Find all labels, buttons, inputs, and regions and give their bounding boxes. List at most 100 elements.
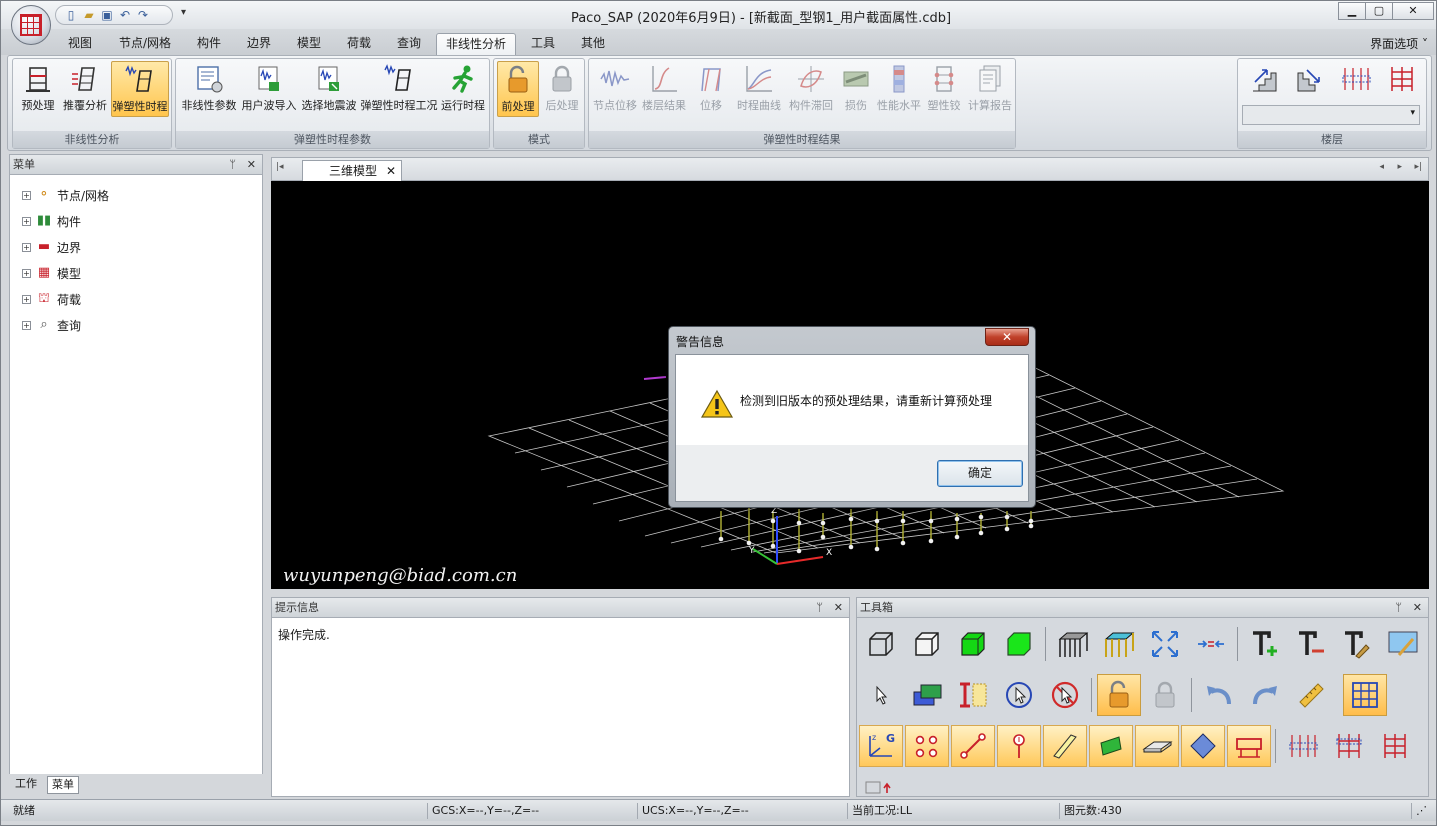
undo-button[interactable] xyxy=(1197,674,1241,716)
close-tab-icon[interactable]: ✕ xyxy=(386,161,396,181)
pushover-analysis-button[interactable]: 推覆分析 xyxy=(61,61,109,117)
expand-icon[interactable]: + xyxy=(22,242,31,252)
post-process-mode-button[interactable]: 后处理 xyxy=(541,61,583,117)
floor-down-button[interactable] xyxy=(1290,61,1330,101)
close-panel-icon[interactable]: ✕ xyxy=(834,598,843,618)
expand-icon[interactable]: + xyxy=(22,190,31,200)
tree-item-nodes-grid[interactable]: + ⚬ 节点/网格 xyxy=(22,185,109,205)
expand-icon[interactable]: + xyxy=(22,294,31,304)
point-load-button[interactable] xyxy=(997,725,1041,767)
solid-cube-button[interactable] xyxy=(997,623,1041,665)
application-menu-button[interactable] xyxy=(11,5,51,45)
tab-query[interactable]: 查询 xyxy=(389,33,429,55)
select-seismic-wave-button[interactable]: 选择地震波 xyxy=(299,61,359,117)
shaded-cube-button[interactable] xyxy=(951,623,995,665)
elastoplastic-time-history-button[interactable]: 弹塑性时程 xyxy=(111,61,169,117)
displacement-button[interactable]: 位移 xyxy=(690,61,732,117)
tab-members[interactable]: 构件 xyxy=(189,33,229,55)
dialog-close-button[interactable]: ✕ xyxy=(985,328,1029,346)
expand-icon[interactable]: + xyxy=(22,320,31,330)
nodes-button[interactable] xyxy=(905,725,949,767)
close-panel-icon[interactable]: ✕ xyxy=(247,155,256,175)
maximize-button[interactable]: ▢ xyxy=(1365,2,1393,20)
tab-other[interactable]: 其他 xyxy=(573,33,613,55)
grid-toggle-button[interactable] xyxy=(1343,674,1387,716)
ucs-button[interactable]: zG xyxy=(859,725,903,767)
floor-plan-view-button[interactable] xyxy=(1281,725,1325,767)
select-pointer-button[interactable] xyxy=(859,674,903,716)
preprocess-button[interactable]: 预处理 xyxy=(16,61,60,117)
solid-element-button[interactable] xyxy=(1181,725,1225,767)
unlock-model-button[interactable] xyxy=(1097,674,1141,716)
close-window-button[interactable]: ✕ xyxy=(1392,2,1434,20)
plastic-hinge-button[interactable]: 塑性铰 xyxy=(924,61,964,117)
tree-item-query[interactable]: + ⌕ 查询 xyxy=(22,315,81,335)
floor-select[interactable]: ▾ xyxy=(1242,105,1420,125)
wireframe-cube-button[interactable] xyxy=(859,623,903,665)
tree-item-load[interactable]: + ⛫ 荷载 xyxy=(22,289,81,309)
frame-view-button[interactable] xyxy=(1051,623,1095,665)
tab-work[interactable]: 工作 xyxy=(11,776,41,794)
floor-grid-button[interactable] xyxy=(1382,61,1422,101)
add-text-button[interactable] xyxy=(1243,623,1287,665)
prev-tab-icon[interactable]: ◂ xyxy=(1379,162,1384,172)
line-element-button[interactable] xyxy=(951,725,995,767)
tree-item-boundary[interactable]: + ▬ 边界 xyxy=(22,237,81,257)
expand-icon[interactable]: + xyxy=(22,216,31,226)
pin-icon[interactable]: ᛘ xyxy=(816,598,823,618)
layer-select-button[interactable] xyxy=(905,674,949,716)
close-panel-icon[interactable]: ✕ xyxy=(1413,598,1422,618)
pin-icon[interactable]: ᛘ xyxy=(229,155,236,175)
extruded-view-button[interactable] xyxy=(1097,623,1141,665)
text-style-button[interactable] xyxy=(1335,623,1379,665)
grid-view-button[interactable] xyxy=(1373,725,1417,767)
tab-load[interactable]: 荷载 xyxy=(339,33,379,55)
resize-grip-icon[interactable]: ⋰ xyxy=(1411,803,1431,819)
tab-3d-model[interactable]: 三维模型 ✕ xyxy=(302,160,402,181)
plate-element-button[interactable] xyxy=(1089,725,1133,767)
damage-button[interactable]: 损伤 xyxy=(838,61,874,117)
run-time-history-button[interactable]: 运行时程 xyxy=(439,61,487,117)
lock-model-button[interactable] xyxy=(1143,674,1187,716)
tab-menu[interactable]: 菜单 xyxy=(47,776,79,794)
pre-process-mode-button[interactable]: 前处理 xyxy=(497,61,539,117)
beam-element-button[interactable] xyxy=(1043,725,1087,767)
slab-element-button[interactable] xyxy=(1135,725,1179,767)
ui-options-menu[interactable]: 界面选项 ˅ xyxy=(1370,35,1428,52)
user-wave-import-button[interactable]: 用户波导入 xyxy=(240,61,298,117)
remove-text-button[interactable] xyxy=(1289,623,1333,665)
deselect-button[interactable] xyxy=(1043,674,1087,716)
circle-select-button[interactable] xyxy=(997,674,1041,716)
hidden-line-cube-button[interactable] xyxy=(905,623,949,665)
nonlinear-params-button[interactable]: 非线性参数 xyxy=(179,61,239,117)
last-tab-icon[interactable]: ▸| xyxy=(1414,162,1422,172)
shrink-view-button[interactable] xyxy=(1189,623,1233,665)
member-hysteresis-button[interactable]: 构件滞回 xyxy=(786,61,836,117)
pin-icon[interactable]: ᛘ xyxy=(1395,598,1402,618)
calculation-report-button[interactable]: 计算报告 xyxy=(966,61,1014,117)
time-history-curve-button[interactable]: 时程曲线 xyxy=(734,61,784,117)
zoom-extents-button[interactable] xyxy=(1143,623,1187,665)
story-results-button[interactable]: 楼层结果 xyxy=(640,61,688,117)
floor-plan-button[interactable] xyxy=(1336,61,1376,101)
section-select-button[interactable] xyxy=(951,674,995,716)
tab-view[interactable]: 视图 xyxy=(59,33,101,55)
tab-model[interactable]: 模型 xyxy=(289,33,329,55)
performance-level-button[interactable]: 性能水平 xyxy=(876,61,922,117)
ok-button[interactable]: 确定 xyxy=(937,460,1023,487)
tree-item-members[interactable]: + ▮▮ 构件 xyxy=(22,211,81,231)
next-tab-icon[interactable]: ▸ xyxy=(1397,162,1402,172)
time-history-case-button[interactable]: 弹塑性时程工况 xyxy=(360,61,438,117)
boundary-element-button[interactable] xyxy=(1227,725,1271,767)
tree-item-model[interactable]: + ▦ 模型 xyxy=(22,263,81,283)
tab-boundary[interactable]: 边界 xyxy=(239,33,279,55)
expand-icon[interactable]: + xyxy=(22,268,31,278)
measure-button[interactable] xyxy=(1289,674,1333,716)
minimize-button[interactable]: ▁ xyxy=(1338,2,1366,20)
node-displacement-button[interactable]: 节点位移 xyxy=(592,61,638,117)
tab-tools[interactable]: 工具 xyxy=(523,33,563,55)
tab-nonlinear-analysis[interactable]: 非线性分析 xyxy=(436,33,516,55)
redo-button[interactable] xyxy=(1243,674,1287,716)
elevation-view-button[interactable] xyxy=(1327,725,1371,767)
background-settings-button[interactable] xyxy=(1381,623,1425,665)
